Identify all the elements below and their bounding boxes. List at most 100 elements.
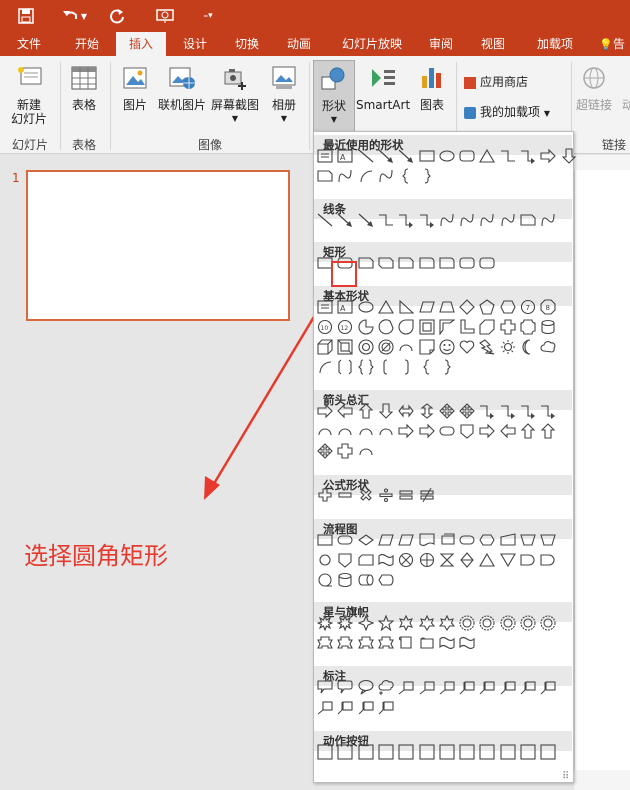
shape-curve-icon[interactable] xyxy=(437,210,457,230)
shape-ab-icon[interactable] xyxy=(477,742,497,762)
shape-chord-icon[interactable] xyxy=(376,317,396,337)
shape-scrollh-icon[interactable] xyxy=(417,633,437,653)
shape-callacc-icon[interactable] xyxy=(477,677,497,697)
shape-fccollate-icon[interactable] xyxy=(437,550,457,570)
shape-rect-icon[interactable] xyxy=(417,146,437,166)
shape-lbrace-icon[interactable] xyxy=(417,357,437,377)
smartart-button[interactable]: SmartArt xyxy=(356,64,410,112)
shape-equal-icon[interactable] xyxy=(396,485,416,505)
tab-design[interactable]: 设计 xyxy=(170,32,220,56)
shape-arc-icon[interactable] xyxy=(356,441,376,461)
shape-lbracket-icon[interactable] xyxy=(376,357,396,377)
shape-callline-icon[interactable] xyxy=(417,677,437,697)
shape-minus-icon[interactable] xyxy=(335,485,355,505)
shape-fcdecision-icon[interactable] xyxy=(356,530,376,550)
tab-transitions[interactable]: 切换 xyxy=(222,32,272,56)
shape-wave-icon[interactable] xyxy=(457,633,477,653)
table-button[interactable]: 表格 xyxy=(64,64,104,112)
shape-fcoffpage-icon[interactable] xyxy=(457,421,477,441)
shape-fcdelay-icon[interactable] xyxy=(518,550,538,570)
shape-fcsum-icon[interactable] xyxy=(396,550,416,570)
shape-wave-icon[interactable] xyxy=(437,633,457,653)
shape-rrect-icon[interactable] xyxy=(457,253,477,273)
shape-lrarrow-icon[interactable] xyxy=(396,401,416,421)
shape-fcconn-icon[interactable] xyxy=(315,550,335,570)
shape-starnum-icon[interactable] xyxy=(477,613,497,633)
shape-plaque-icon[interactable] xyxy=(518,317,538,337)
shape-callacc-icon[interactable] xyxy=(457,677,477,697)
shape-snip-icon[interactable] xyxy=(518,210,538,230)
shape-rarrow-icon[interactable] xyxy=(315,401,335,421)
shape-round1-icon[interactable] xyxy=(417,253,437,273)
shape-arc-icon[interactable] xyxy=(356,421,376,441)
undo-dropdown-icon[interactable]: ▼ xyxy=(78,5,90,27)
album-button[interactable]: 相册 ▼ xyxy=(264,64,304,126)
shape-rarrow-icon[interactable] xyxy=(477,421,497,441)
shape-tri-icon[interactable] xyxy=(477,146,497,166)
my-addins-button[interactable]: 我的加载项 ▼ xyxy=(464,102,570,122)
shape-fcdata-icon[interactable] xyxy=(376,530,396,550)
shape-hex-icon[interactable] xyxy=(498,297,518,317)
shape-hept-icon[interactable]: 7 xyxy=(518,297,538,317)
shape-round1-icon[interactable] xyxy=(437,253,457,273)
shape-ab-icon[interactable] xyxy=(417,742,437,762)
shape-fcmanop-icon[interactable] xyxy=(538,530,558,550)
shape-starnum-icon[interactable] xyxy=(538,613,558,633)
shape-callacc-icon[interactable] xyxy=(518,677,538,697)
shape-fcdoc-icon[interactable] xyxy=(417,530,437,550)
shape-fcprep-icon[interactable] xyxy=(477,530,497,550)
shape-snip-icon[interactable] xyxy=(396,253,416,273)
shape-starnum-icon[interactable] xyxy=(518,613,538,633)
shape-arc-icon[interactable] xyxy=(396,337,416,357)
tab-animations[interactable]: 动画 xyxy=(274,32,324,56)
shape-mult-icon[interactable] xyxy=(356,485,376,505)
shape-arc-icon[interactable] xyxy=(315,421,335,441)
shape-curve-icon[interactable] xyxy=(457,210,477,230)
screenshot-button[interactable]: 屏幕截图 ▼ xyxy=(208,64,262,126)
shape-ab-icon[interactable] xyxy=(457,742,477,762)
shape-bracketarc-icon[interactable] xyxy=(356,166,376,186)
shape-bracketarc-icon[interactable] xyxy=(315,357,335,377)
shape-elbowarrow-icon[interactable] xyxy=(417,210,437,230)
shape-pie-icon[interactable] xyxy=(356,317,376,337)
shape-udarrow-icon[interactable] xyxy=(417,401,437,421)
chart-button[interactable]: 图表 xyxy=(414,64,450,112)
shape-callacc-icon[interactable] xyxy=(498,677,518,697)
shape-callrect-icon[interactable] xyxy=(315,677,335,697)
shape-text-icon[interactable] xyxy=(315,297,335,317)
shape-callacc-icon[interactable] xyxy=(356,697,376,717)
shape-arrowline-icon[interactable] xyxy=(376,146,396,166)
shape-sun-icon[interactable] xyxy=(498,337,518,357)
shape-darrow-icon[interactable] xyxy=(559,146,579,166)
shape-snip2-icon[interactable] xyxy=(376,253,396,273)
shape-elbow-icon[interactable] xyxy=(498,146,518,166)
shape-callovl-icon[interactable] xyxy=(356,677,376,697)
tell-me[interactable]: 💡告 xyxy=(594,32,630,56)
shape-ribbonup-icon[interactable] xyxy=(335,633,355,653)
shape-para-icon[interactable] xyxy=(417,297,437,317)
shape-callline-icon[interactable] xyxy=(315,697,335,717)
shape-star7-icon[interactable] xyxy=(417,613,437,633)
shape-moon-icon[interactable] xyxy=(518,337,538,357)
shape-ab-icon[interactable] xyxy=(356,742,376,762)
shape-halfframe-icon[interactable] xyxy=(437,317,457,337)
shape-fcextract-icon[interactable] xyxy=(477,550,497,570)
shape-lbrace-icon[interactable] xyxy=(396,166,416,186)
shape-ab-icon[interactable] xyxy=(518,742,538,762)
shape-vtext-icon[interactable]: A xyxy=(335,297,355,317)
shape-quad-icon[interactable] xyxy=(315,441,335,461)
shape-callline-icon[interactable] xyxy=(396,677,416,697)
shape-bolt-icon[interactable] xyxy=(477,337,497,357)
shape-elbowarrow-icon[interactable] xyxy=(518,401,538,421)
shape-oval-icon[interactable] xyxy=(356,297,376,317)
shape-arc-icon[interactable] xyxy=(376,421,396,441)
shape-fcdisplay-icon[interactable] xyxy=(376,570,396,590)
shape-ab-icon[interactable] xyxy=(437,742,457,762)
shape-curve-icon[interactable] xyxy=(498,210,518,230)
redo-icon[interactable] xyxy=(106,5,128,27)
tab-addins[interactable]: 加载项 xyxy=(528,32,582,56)
shape-oval-icon[interactable] xyxy=(437,146,457,166)
shape-star6-icon[interactable] xyxy=(396,613,416,633)
shape-elbowarrow-icon[interactable] xyxy=(498,401,518,421)
shape-ribbonup-icon[interactable] xyxy=(356,633,376,653)
